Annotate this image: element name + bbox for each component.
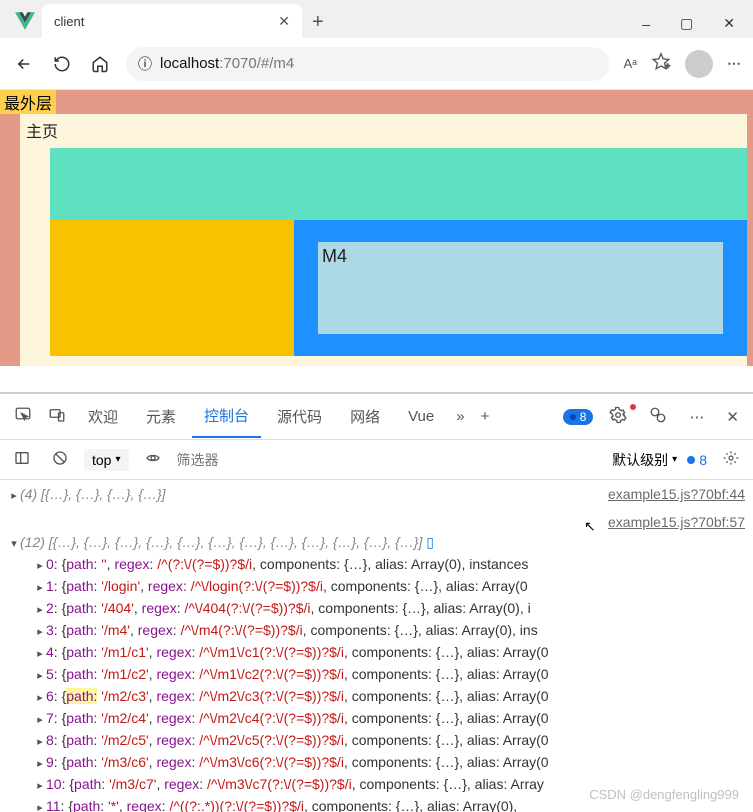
expand-caret[interactable] bbox=[34, 598, 46, 620]
inner-wrap: 主页 M4 bbox=[20, 114, 747, 366]
tab-vue[interactable]: Vue bbox=[396, 398, 446, 435]
dock-icon[interactable] bbox=[643, 406, 673, 428]
console-settings-icon[interactable] bbox=[717, 450, 745, 469]
route-row[interactable]: 7: {path: '/m2/c4', regex: /^\/m2\/c4(?:… bbox=[34, 708, 745, 730]
devtools-close-icon[interactable]: ✕ bbox=[720, 408, 745, 426]
expand-caret[interactable] bbox=[34, 554, 46, 576]
expand-caret[interactable] bbox=[34, 774, 46, 796]
log-level-select[interactable]: 默认级别▾ bbox=[612, 450, 677, 470]
m4-panel: M4 bbox=[318, 242, 723, 334]
route-row[interactable]: 1: {path: '/login', regex: /^\/login(?:\… bbox=[34, 576, 745, 598]
device-toggle-icon[interactable] bbox=[42, 406, 72, 428]
refresh-button[interactable] bbox=[50, 52, 74, 76]
devtools-more-icon[interactable]: ⋯ bbox=[683, 408, 710, 426]
teal-panel bbox=[50, 148, 747, 220]
filter-input[interactable] bbox=[177, 452, 317, 468]
route-list: 0: {path: '', regex: /^(?:\/(?=$))?$/i, … bbox=[34, 554, 745, 812]
favorite-button[interactable]: + bbox=[651, 52, 671, 75]
tab-welcome[interactable]: 欢迎 bbox=[76, 396, 130, 437]
tab-network[interactable]: 网络 bbox=[338, 396, 392, 437]
expand-caret[interactable] bbox=[34, 686, 46, 708]
close-icon[interactable]: ✕ bbox=[278, 13, 290, 30]
route-row[interactable]: 0: {path: '', regex: /^(?:\/(?=$))?$/i, … bbox=[34, 554, 745, 576]
more-icon[interactable]: ⋯ bbox=[727, 55, 741, 72]
add-tab-icon[interactable]: + bbox=[475, 408, 496, 425]
url-text: localhost:7070/#/m4 bbox=[160, 55, 294, 72]
new-tab-button[interactable]: + bbox=[312, 11, 324, 38]
expand-caret[interactable] bbox=[8, 532, 20, 554]
route-row[interactable]: 9: {path: '/m3/c6', regex: /^\/m3\/c6(?:… bbox=[34, 752, 745, 774]
page-viewport: 最外层 主页 M4 bbox=[0, 90, 753, 366]
tab-elements[interactable]: 元素 bbox=[134, 396, 188, 437]
tab-sources[interactable]: 源代码 bbox=[265, 396, 334, 437]
route-row[interactable]: 8: {path: '/m2/c5', regex: /^\/m2\/c5(?:… bbox=[34, 730, 745, 752]
console-body[interactable]: (4) [{…}, {…}, {…}, {…}] example15.js?70… bbox=[0, 480, 753, 812]
devtools-tabs: 欢迎 元素 控制台 源代码 网络 Vue » + 8 ⋯ ✕ bbox=[0, 394, 753, 440]
more-tabs-icon[interactable]: » bbox=[450, 408, 470, 425]
issues-count[interactable]: 8 bbox=[687, 452, 707, 468]
expand-caret[interactable] bbox=[8, 484, 20, 506]
back-button[interactable] bbox=[12, 52, 36, 76]
expand-caret[interactable] bbox=[34, 620, 46, 642]
title-bar: client ✕ + – ▢ ✕ bbox=[0, 0, 753, 38]
expand-caret[interactable] bbox=[34, 752, 46, 774]
route-row[interactable]: 4: {path: '/m1/c1', regex: /^\/m1\/c1(?:… bbox=[34, 642, 745, 664]
source-link[interactable]: example15.js?70bf:57 bbox=[608, 512, 745, 532]
route-row[interactable]: 5: {path: '/m1/c2', regex: /^\/m1\/c2(?:… bbox=[34, 664, 745, 686]
read-aloud-button[interactable]: Aᵃ bbox=[623, 56, 637, 71]
maximize-icon[interactable]: ▢ bbox=[680, 15, 693, 32]
browser-tab[interactable]: client ✕ bbox=[42, 4, 302, 38]
watermark: CSDN @dengfengling999 bbox=[589, 787, 739, 802]
console-sidebar-icon[interactable] bbox=[8, 450, 36, 469]
yellow-panel bbox=[50, 220, 294, 356]
tab-title: client bbox=[54, 14, 278, 29]
expand-caret[interactable] bbox=[34, 576, 46, 598]
vue-logo-icon bbox=[14, 10, 36, 32]
route-row[interactable]: 2: {path: '/404', regex: /^\/404(?:\/(?=… bbox=[34, 598, 745, 620]
source-link[interactable]: example15.js?70bf:44 bbox=[608, 484, 745, 504]
outer-label: 最外层 bbox=[0, 90, 56, 114]
profile-avatar[interactable] bbox=[685, 50, 713, 78]
tab-console[interactable]: 控制台 bbox=[192, 395, 261, 438]
info-icon[interactable]: ⓘ bbox=[138, 54, 152, 74]
log-summary[interactable]: (12) [{…}, {…}, {…}, {…}, {…}, {…}, {…},… bbox=[20, 532, 745, 552]
log-summary[interactable]: (4) [{…}, {…}, {…}, {…}] bbox=[20, 484, 608, 504]
minimize-icon[interactable]: – bbox=[642, 16, 650, 32]
home-label: 主页 bbox=[20, 114, 747, 148]
context-select[interactable]: top▾ bbox=[84, 449, 129, 471]
svg-text:+: + bbox=[665, 61, 670, 71]
route-row[interactable]: 6: {path: '/m2/c3', regex: /^\/m2\/c3(?:… bbox=[34, 686, 745, 708]
expand-caret[interactable] bbox=[34, 796, 46, 812]
inspect-icon[interactable] bbox=[8, 406, 38, 428]
route-row[interactable]: 3: {path: '/m4', regex: /^\/m4(?:\/(?=$)… bbox=[34, 620, 745, 642]
window-controls: – ▢ ✕ bbox=[642, 15, 753, 38]
blue-outer-panel: M4 bbox=[294, 220, 747, 356]
expand-caret[interactable] bbox=[34, 708, 46, 730]
settings-icon[interactable] bbox=[603, 406, 633, 428]
home-button[interactable] bbox=[88, 52, 112, 76]
clear-console-icon[interactable] bbox=[46, 450, 74, 469]
devtools: 欢迎 元素 控制台 源代码 网络 Vue » + 8 ⋯ ✕ top▾ 默认级别… bbox=[0, 392, 753, 812]
url-bar[interactable]: ⓘ localhost:7070/#/m4 bbox=[126, 47, 609, 81]
live-expression-icon[interactable] bbox=[139, 450, 167, 469]
close-window-icon[interactable]: ✕ bbox=[723, 15, 735, 32]
expand-caret[interactable] bbox=[34, 642, 46, 664]
console-toolbar: top▾ 默认级别▾ 8 bbox=[0, 440, 753, 480]
error-count-badge[interactable]: 8 bbox=[563, 409, 594, 425]
expand-caret[interactable] bbox=[34, 730, 46, 752]
expand-caret[interactable] bbox=[34, 664, 46, 686]
nav-bar: ⓘ localhost:7070/#/m4 Aᵃ + ⋯ bbox=[0, 38, 753, 90]
